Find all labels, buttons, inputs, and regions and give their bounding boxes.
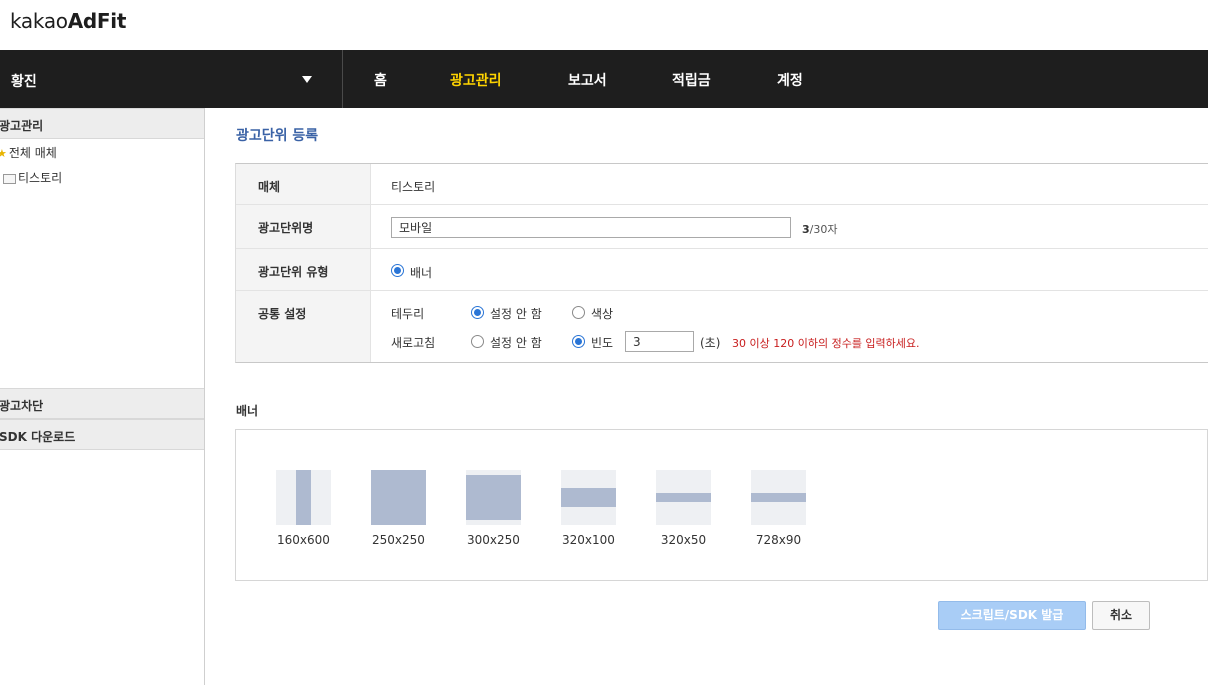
cancel-button[interactable]: 취소 [1092,601,1150,630]
media-value: 티스토리 [391,180,436,194]
banner-shape [751,493,806,502]
unit-type-banner-radio[interactable] [391,264,404,277]
unit-name-input[interactable] [391,217,791,238]
refresh-none-radio[interactable] [471,335,484,348]
logo-bold: AdFit [67,9,127,33]
tree-item-all-media[interactable]: ★ 전체 매체 [0,144,57,161]
page-title: 광고단위 등록 [236,128,319,144]
unit-name-count: 3 [802,223,810,236]
banner-shape [296,470,311,525]
star-icon: ★ [0,147,7,160]
form-row-media: 매체 티스토리 [236,164,1208,205]
banner-thumb [466,470,521,525]
media-label: 매체 [236,164,371,204]
border-none-label: 설정 안 함 [490,307,542,321]
banner-size-label: 728x90 [755,533,802,547]
border-color-label: 색상 [591,307,614,321]
unit-type-label: 광고단위 유형 [236,249,371,290]
nav-earnings[interactable]: 적립금 [672,70,711,90]
sidebar-section-ad-manage[interactable]: 광고관리 [0,108,204,139]
nav-home[interactable]: 홈 [374,70,387,90]
refresh-none-label: 설정 안 함 [490,336,542,350]
logo-prefix: kakao [10,9,68,33]
kakao-adfit-logo[interactable]: kakaoAdFit [10,9,126,33]
banner-thumb [561,470,616,525]
refresh-frequency-radio[interactable] [572,335,585,348]
sidebar: 광고관리 ★ 전체 매체 티스토리 광고차단 SDK 다운로드 [0,108,205,685]
nav-report[interactable]: 보고서 [568,70,607,90]
banner-size-label: 320x50 [660,533,707,547]
sidebar-section-sdk-download[interactable]: SDK 다운로드 [0,419,204,450]
nav-ad-management[interactable]: 광고관리 [450,70,502,90]
banner-option-300x250[interactable]: 300x250 [466,470,521,547]
banner-section-title: 배너 [236,404,259,418]
folder-icon [3,173,16,184]
banner-size-label: 320x100 [562,533,615,547]
refresh-hint: 30 이상 120 이하의 정수를 입력하세요. [732,337,920,350]
banner-shape [561,488,616,507]
border-label: 테두리 [391,307,425,321]
form-row-unit-type: 광고단위 유형 배너 [236,249,1208,291]
banner-shape [466,475,521,520]
tree-item-label: 전체 매체 [8,146,57,160]
banner-shape [656,493,711,502]
form-row-common-settings: 공통 설정 테두리 설정 안 함 색상 새로고침 설정 안 함 빈도 (초) 3… [236,291,1208,362]
refresh-unit: (초) [700,336,721,350]
common-settings-label: 공통 설정 [236,291,371,362]
banner-size-label: 300x250 [467,533,520,547]
refresh-seconds-input[interactable] [625,331,694,352]
account-selector[interactable]: 황진 [0,50,343,108]
caret-down-icon [302,76,312,83]
tree-item-label: 티스토리 [18,171,63,185]
nav-account[interactable]: 계정 [777,70,803,90]
banner-option-160x600[interactable]: 160x600 [276,470,331,547]
unit-name-counter: 3/30자 [802,221,837,237]
unit-name-max: /30자 [809,223,838,236]
refresh-label: 새로고침 [391,336,436,350]
banner-size-label: 250x250 [372,533,425,547]
border-none-radio[interactable] [471,306,484,319]
account-name: 황진 [11,74,37,90]
issue-script-sdk-button[interactable]: 스크립트/SDK 발급 [938,601,1086,630]
banner-shape [371,470,426,525]
sidebar-section-ad-block[interactable]: 광고차단 [0,388,204,419]
banner-thumb [371,470,426,525]
banner-thumb [276,470,331,525]
unit-type-banner-label: 배너 [410,266,433,280]
banner-option-320x50[interactable]: 320x50 [656,470,711,547]
logo-bar: kakaoAdFit [0,0,1208,50]
banner-option-320x100[interactable]: 320x100 [561,470,616,547]
main-content: 광고단위 등록 매체 티스토리 광고단위명 3/30자 광고단위 유형 배너 공… [206,108,1208,685]
banner-size-picker: 160x600 250x250 300x250 320x100 320x50 7… [235,429,1208,581]
top-navigation: 황진 홈 광고관리 보고서 적립금 계정 [0,50,1208,108]
form-row-unit-name: 광고단위명 3/30자 [236,205,1208,249]
tree-item-tistory[interactable]: 티스토리 [0,169,62,186]
border-color-radio[interactable] [572,306,585,319]
banner-option-250x250[interactable]: 250x250 [371,470,426,547]
unit-name-label: 광고단위명 [236,205,371,248]
banner-size-label: 160x600 [277,533,330,547]
banner-thumb [751,470,806,525]
banner-thumb [656,470,711,525]
refresh-frequency-label: 빈도 [591,336,614,350]
ad-unit-form: 매체 티스토리 광고단위명 3/30자 광고단위 유형 배너 공통 설정 테두리… [235,163,1208,363]
banner-option-728x90[interactable]: 728x90 [751,470,806,547]
